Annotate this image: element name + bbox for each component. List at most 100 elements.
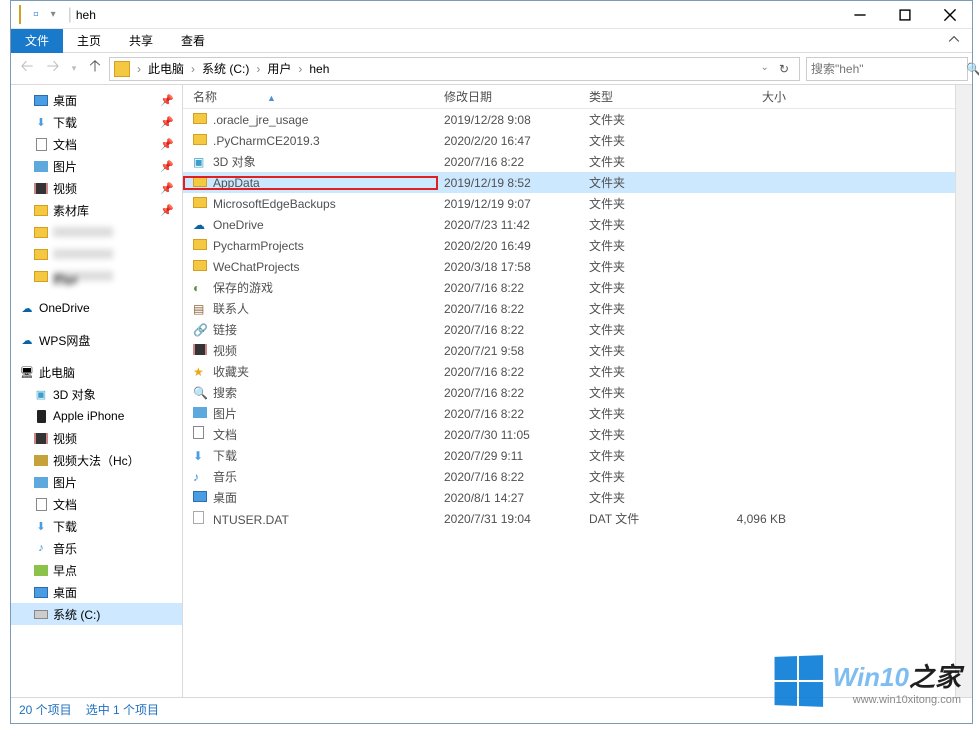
column-name[interactable]: 名称▲ xyxy=(183,88,438,105)
file-row[interactable]: 文档 2020/7/30 11:05 文件夹 xyxy=(183,424,955,445)
breadcrumb-item[interactable]: heh xyxy=(305,62,333,76)
folder-icon xyxy=(33,203,49,217)
sidebar-item[interactable]: 图片📌 xyxy=(11,155,182,177)
file-row[interactable]: ▤联系人 2020/7/16 8:22 文件夹 xyxy=(183,298,955,319)
file-row[interactable]: ☁OneDrive 2020/7/23 11:42 文件夹 xyxy=(183,214,955,235)
file-date: 2020/2/20 16:49 xyxy=(438,239,583,253)
sidebar-item[interactable]: ☁WPS网盘 xyxy=(11,329,182,351)
forward-button[interactable]: 🡢 xyxy=(41,57,65,81)
column-date[interactable]: 修改日期 xyxy=(438,88,583,105)
back-button[interactable]: 🡠 xyxy=(15,57,39,81)
search-icon[interactable]: 🔍 xyxy=(966,62,979,76)
sidebar-label: OneDrive xyxy=(39,301,90,315)
tab-file[interactable]: 文件 xyxy=(11,29,63,53)
file-row[interactable]: ▣3D 对象 2020/7/16 8:22 文件夹 xyxy=(183,151,955,172)
sidebar-label: 早点 xyxy=(53,562,77,579)
column-size[interactable]: 大小 xyxy=(703,88,793,105)
sidebar-item[interactable] xyxy=(11,221,182,243)
folder-icon xyxy=(19,6,21,24)
sidebar-item[interactable]: 系统 (C:) xyxy=(11,603,182,625)
sidebar-item[interactable]: 桌面📌 xyxy=(11,89,182,111)
sidebar-item[interactable]: 桌面 xyxy=(11,581,182,603)
scrollbar[interactable] xyxy=(955,85,972,697)
file-type: 文件夹 xyxy=(583,132,703,149)
sidebar-item[interactable]: 图片 xyxy=(11,471,182,493)
file-list[interactable]: 名称▲ 修改日期 类型 大小 .oracle_jre_usage 2019/12… xyxy=(183,85,955,697)
computer-icon: 🖥 xyxy=(19,365,35,379)
tab-view[interactable]: 查看 xyxy=(167,29,219,53)
sidebar-item[interactable]: 素材库📌 xyxy=(11,199,182,221)
sidebar-item[interactable]: ▣3D 对象 xyxy=(11,383,182,405)
file-date: 2020/7/16 8:22 xyxy=(438,281,583,295)
file-row[interactable]: 🔍搜索 2020/7/16 8:22 文件夹 xyxy=(183,382,955,403)
picture-icon xyxy=(33,475,49,489)
file-name: .PyCharmCE2019.3 xyxy=(213,134,320,148)
file-row[interactable]: 图片 2020/7/16 8:22 文件夹 xyxy=(183,403,955,424)
breadcrumb-item[interactable]: 系统 (C:) xyxy=(198,60,253,77)
file-row[interactable]: ◐保存的游戏 2020/7/16 8:22 文件夹 xyxy=(183,277,955,298)
search-input[interactable] xyxy=(811,62,966,76)
breadcrumb-item[interactable]: 此电脑 xyxy=(144,60,188,77)
file-row[interactable]: .PyCharmCE2019.3 2020/2/20 16:47 文件夹 xyxy=(183,130,955,151)
3d-icon: ▣ xyxy=(193,155,209,169)
file-name: AppData xyxy=(213,176,260,190)
file-row[interactable]: NTUSER.DAT 2020/7/31 19:04 DAT 文件 4,096 … xyxy=(183,508,955,529)
search-box[interactable]: 🔍 xyxy=(806,57,968,81)
qat-dropdown-icon[interactable]: ▾ xyxy=(51,9,56,20)
chevron-icon[interactable]: › xyxy=(189,62,197,76)
sidebar-label: Apple iPhone xyxy=(53,409,124,423)
titlebar: ▫ ▾ | heh xyxy=(11,1,972,29)
ribbon-tabs: 文件 主页 共享 查看 xyxy=(11,29,972,53)
sidebar-item[interactable]: 视频 xyxy=(11,427,182,449)
refresh-icon[interactable]: ↻ xyxy=(773,62,795,76)
recent-dropdown[interactable]: ▾ xyxy=(67,57,81,81)
file-row[interactable]: ♪音乐 2020/7/16 8:22 文件夹 xyxy=(183,466,955,487)
file-row[interactable]: PycharmProjects 2020/2/20 16:49 文件夹 xyxy=(183,235,955,256)
sidebar-item[interactable]: Apple iPhone xyxy=(11,405,182,427)
chevron-icon[interactable]: › xyxy=(254,62,262,76)
minimize-button[interactable] xyxy=(837,1,882,29)
file-row[interactable]: AppData 2019/12/19 8:52 文件夹 xyxy=(183,172,955,193)
maximize-button[interactable] xyxy=(882,1,927,29)
ribbon-expand-button[interactable] xyxy=(936,32,972,50)
chevron-icon[interactable]: › xyxy=(296,62,304,76)
chevron-icon[interactable]: › xyxy=(135,62,143,76)
tab-share[interactable]: 共享 xyxy=(115,29,167,53)
sidebar-item[interactable]: 的ipl xyxy=(11,265,182,287)
sidebar-item[interactable]: ☁OneDrive xyxy=(11,297,182,319)
address-dropdown-icon[interactable]: ⌄ xyxy=(761,62,769,76)
sidebar-item[interactable]: 视频📌 xyxy=(11,177,182,199)
file-row[interactable]: 视频 2020/7/21 9:58 文件夹 xyxy=(183,340,955,361)
folder-icon xyxy=(33,269,49,283)
pin-icon: 📌 xyxy=(160,204,174,217)
file-row[interactable]: ⬇下载 2020/7/29 9:11 文件夹 xyxy=(183,445,955,466)
up-button[interactable]: 🡡 xyxy=(83,57,107,81)
breadcrumb-item[interactable]: 用户 xyxy=(263,60,295,77)
sidebar-item[interactable] xyxy=(11,243,182,265)
file-row[interactable]: 桌面 2020/8/1 14:27 文件夹 xyxy=(183,487,955,508)
sidebar-label xyxy=(53,249,113,259)
sidebar-item[interactable]: ♪音乐 xyxy=(11,537,182,559)
file-type: 文件夹 xyxy=(583,174,703,191)
sidebar-item[interactable]: 文档 xyxy=(11,493,182,515)
folder-icon xyxy=(193,176,209,190)
sidebar-label: 桌面 xyxy=(53,584,77,601)
sidebar-item[interactable]: 视频大法（Hc） xyxy=(11,449,182,471)
sidebar-item[interactable]: 文档📌 xyxy=(11,133,182,155)
navigation-pane[interactable]: 桌面📌⬇下载📌文档📌图片📌视频📌素材库📌的ipl☁OneDrive☁WPS网盘🖥… xyxy=(11,85,183,697)
file-row[interactable]: MicrosoftEdgeBackups 2019/12/19 9:07 文件夹 xyxy=(183,193,955,214)
close-button[interactable] xyxy=(927,1,972,29)
file-row[interactable]: ★收藏夹 2020/7/16 8:22 文件夹 xyxy=(183,361,955,382)
properties-icon[interactable]: ▫ xyxy=(33,6,39,24)
file-row[interactable]: WeChatProjects 2020/3/18 17:58 文件夹 xyxy=(183,256,955,277)
sidebar-item[interactable]: ⬇下载📌 xyxy=(11,111,182,133)
status-item-count: 20 个项目 xyxy=(19,701,72,718)
sidebar-item[interactable]: 早点 xyxy=(11,559,182,581)
tab-home[interactable]: 主页 xyxy=(63,29,115,53)
address-bar[interactable]: › 此电脑 › 系统 (C:) › 用户 › heh ⌄ ↻ xyxy=(109,57,800,81)
sidebar-item[interactable]: ⬇下载 xyxy=(11,515,182,537)
file-row[interactable]: 🔗链接 2020/7/16 8:22 文件夹 xyxy=(183,319,955,340)
file-row[interactable]: .oracle_jre_usage 2019/12/28 9:08 文件夹 xyxy=(183,109,955,130)
column-type[interactable]: 类型 xyxy=(583,88,703,105)
sidebar-item-thispc[interactable]: 🖥此电脑 xyxy=(11,361,182,383)
